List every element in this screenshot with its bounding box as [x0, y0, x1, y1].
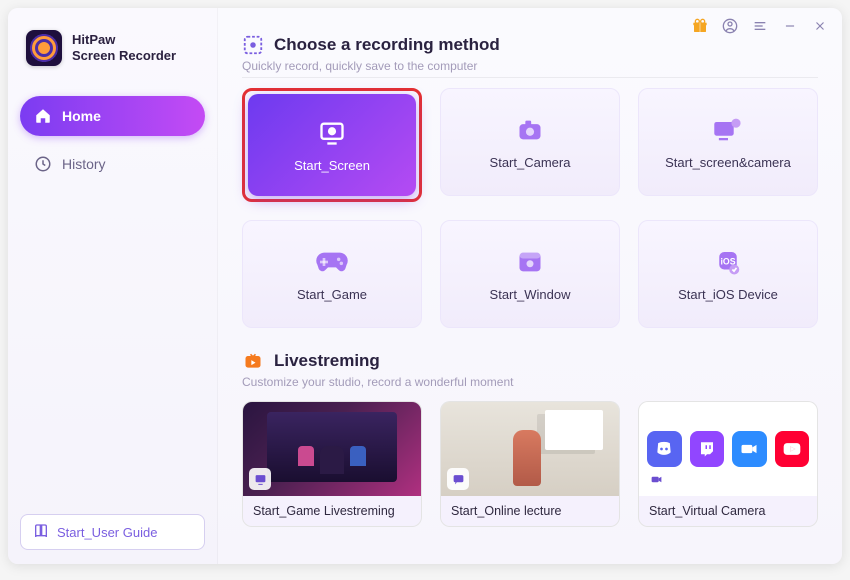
discord-icon [647, 431, 682, 467]
recording-card-label: Start_Window [490, 287, 571, 302]
titlebar [692, 18, 828, 34]
user-guide-label: Start_User Guide [57, 525, 157, 540]
livestream-card-game[interactable]: Start_Game Livestreming [242, 401, 422, 527]
sidebar-item-label: Home [62, 108, 101, 124]
camera-icon [514, 115, 546, 145]
recording-card-camera[interactable]: Start_Camera [440, 88, 620, 196]
livestream-thumb [243, 402, 421, 496]
recording-grid: Start_Screen Start_Camera Start_screen&c… [242, 88, 818, 328]
recording-card-label: Start_Screen [294, 158, 370, 173]
youtube-icon [775, 431, 810, 467]
camera-badge-icon [645, 468, 667, 490]
recording-card-highlight: Start_Screen [242, 88, 422, 202]
gamepad-icon [316, 247, 348, 277]
divider [242, 77, 818, 78]
livestream-subtitle: Customize your studio, record a wonderfu… [242, 375, 818, 389]
app-logo [26, 30, 62, 66]
sidebar: HitPaw Screen Recorder Home History [8, 8, 218, 564]
livestream-title: Livestreming [274, 351, 380, 371]
book-icon [33, 523, 49, 542]
screen-icon [316, 118, 348, 148]
ios-icon: iOS [712, 247, 744, 277]
menu-icon[interactable] [752, 18, 768, 34]
sidebar-item-label: History [62, 156, 106, 172]
clock-icon [34, 155, 52, 173]
sidebar-item-home[interactable]: Home [20, 96, 205, 136]
main-content: Choose a recording method Quickly record… [218, 8, 842, 564]
livestream-section-header: Livestreming [242, 350, 818, 372]
livestream-thumb [639, 402, 817, 496]
recording-card-label: Start_screen&camera [665, 155, 791, 170]
recording-card-ios[interactable]: iOS Start_iOS Device [638, 220, 818, 328]
monitor-icon [249, 468, 271, 490]
livestream-thumb [441, 402, 619, 496]
window-icon [514, 247, 546, 277]
chat-icon [447, 468, 469, 490]
recording-subtitle: Quickly record, quickly save to the comp… [242, 59, 818, 73]
twitch-icon [690, 431, 725, 467]
brand-subtitle: Screen Recorder [72, 48, 176, 64]
recording-section-header: Choose a recording method [242, 34, 818, 56]
livestream-card-lecture[interactable]: Start_Online lecture [440, 401, 620, 527]
recording-card-screen-camera[interactable]: Start_screen&camera [638, 88, 818, 196]
account-icon[interactable] [722, 18, 738, 34]
livestream-card-label: Start_Online lecture [441, 496, 619, 526]
recording-card-label: Start_Game [297, 287, 367, 302]
livestream-card-label: Start_Game Livestreming [243, 496, 421, 526]
minimize-icon[interactable] [782, 18, 798, 34]
gift-icon[interactable] [692, 18, 708, 34]
livestream-card-label: Start_Virtual Camera [639, 496, 817, 526]
recording-title: Choose a recording method [274, 35, 500, 55]
recording-card-game[interactable]: Start_Game [242, 220, 422, 328]
recording-card-label: Start_Camera [490, 155, 571, 170]
livestream-section-icon [242, 350, 264, 372]
sidebar-item-history[interactable]: History [20, 144, 205, 184]
video-icon [732, 431, 767, 467]
sidebar-nav: Home History [20, 96, 205, 192]
recording-card-screen[interactable]: Start_Screen [248, 94, 416, 196]
brand-name: HitPaw [72, 32, 176, 48]
brand: HitPaw Screen Recorder [20, 22, 205, 84]
close-icon[interactable] [812, 18, 828, 34]
recording-card-label: Start_iOS Device [678, 287, 778, 302]
home-icon [34, 107, 52, 125]
recording-card-window[interactable]: Start_Window [440, 220, 620, 328]
app-window: HitPaw Screen Recorder Home History [8, 8, 842, 564]
screen-camera-icon [712, 115, 744, 145]
user-guide-button[interactable]: Start_User Guide [20, 514, 205, 550]
livestream-grid: Start_Game Livestreming Start_Online lec… [242, 401, 818, 527]
record-section-icon [242, 34, 264, 56]
livestream-card-virtual-camera[interactable]: Start_Virtual Camera [638, 401, 818, 527]
